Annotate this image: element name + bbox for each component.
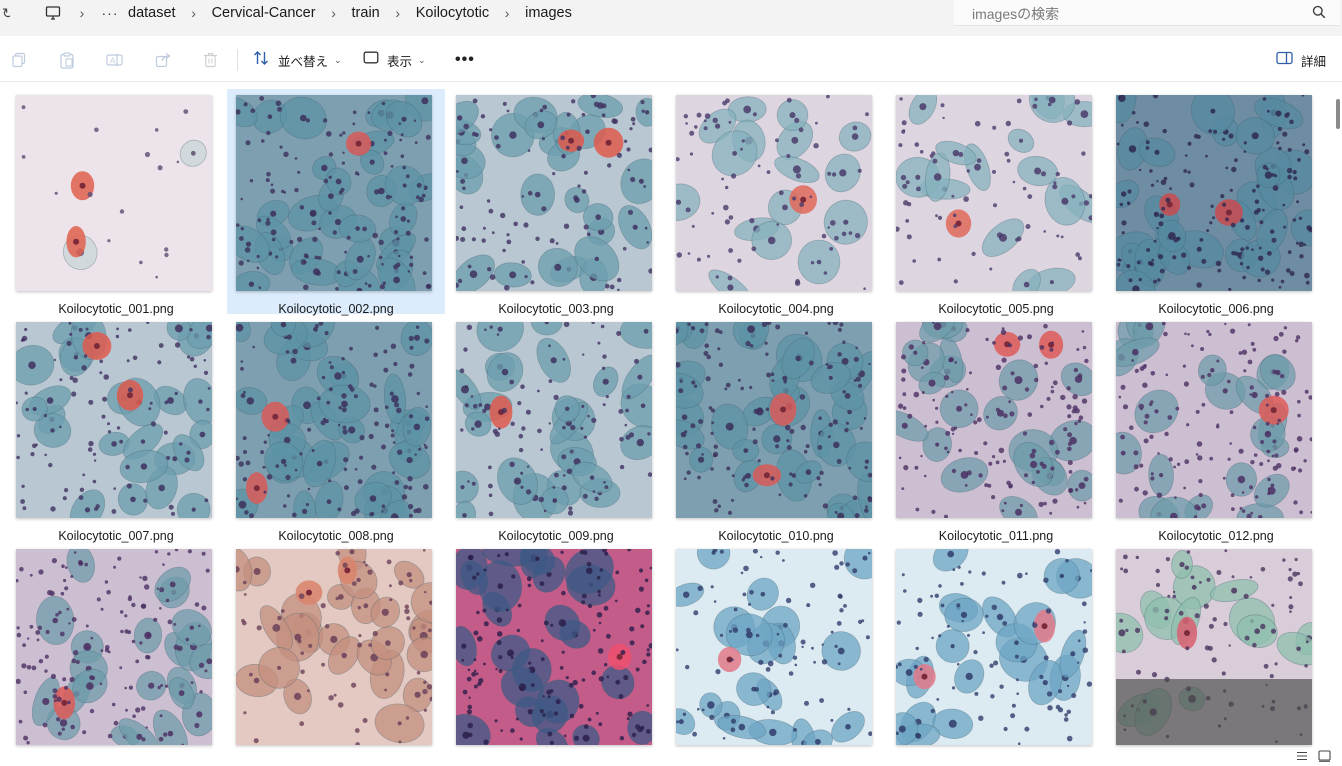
details-label: 詳細 xyxy=(1301,54,1327,69)
image-thumbnail[interactable] xyxy=(456,95,652,291)
image-thumbnail[interactable] xyxy=(16,95,212,291)
search-input[interactable]: imagesの検索 xyxy=(954,0,1340,26)
file-name-label: Koilocytotic_001.png xyxy=(58,302,174,316)
view-icon xyxy=(363,51,379,70)
image-thumbnail[interactable] xyxy=(1116,322,1312,518)
refresh-icon[interactable]: ↻ xyxy=(2,5,10,22)
details-button[interactable]: 詳細 xyxy=(1276,48,1326,72)
file-tile[interactable]: Koilocytotic_004.png xyxy=(667,89,885,316)
image-thumbnail[interactable] xyxy=(676,322,872,518)
breadcrumb[interactable]: ↻ › ··· dataset › Cervical-Cancer › trai… xyxy=(0,0,950,26)
command-bar: A 並べ替え ⌄ 表示 ⌄ ••• 詳細 xyxy=(0,37,1342,82)
details-pane-icon xyxy=(1276,51,1293,70)
sort-icon xyxy=(253,50,270,71)
file-tile[interactable]: Koilocytotic_012.png xyxy=(1107,316,1325,543)
file-name-label: Koilocytotic_010.png xyxy=(718,529,834,543)
file-name-label: Koilocytotic_007.png xyxy=(58,529,174,543)
file-tile[interactable]: Koilocytotic_010.png xyxy=(667,316,885,543)
file-tile[interactable]: Koilocytotic_002.png xyxy=(227,89,445,316)
file-tile[interactable]: Koilocytotic_008.png xyxy=(227,316,445,543)
chevron-right-icon[interactable]: › xyxy=(384,5,412,21)
view-button[interactable]: 表示 ⌄ xyxy=(363,48,426,72)
breadcrumb-overflow[interactable]: ··· xyxy=(96,5,124,21)
large-icons-view-icon[interactable] xyxy=(1318,749,1331,766)
file-tile[interactable]: Koilocytotic_003.png xyxy=(447,89,665,316)
image-thumbnail[interactable] xyxy=(236,95,432,291)
file-tile[interactable]: Koilocytotic_005.png xyxy=(887,89,1105,316)
view-label: 表示 xyxy=(387,54,413,69)
monitor-icon[interactable] xyxy=(38,5,68,21)
share-icon[interactable] xyxy=(155,48,171,72)
file-name-label: Koilocytotic_009.png xyxy=(498,529,614,543)
file-tile[interactable] xyxy=(1107,543,1325,751)
breadcrumb-item-dataset[interactable]: dataset xyxy=(124,5,180,21)
file-grid: Koilocytotic_001.png Koilocytotic_002.png… xyxy=(0,83,1330,751)
file-tile[interactable] xyxy=(7,543,225,751)
chevron-right-icon[interactable]: › xyxy=(180,5,208,21)
chevron-right-icon[interactable]: › xyxy=(493,5,521,21)
file-name-label: Koilocytotic_011.png xyxy=(938,529,1054,543)
image-thumbnail[interactable] xyxy=(1116,95,1312,291)
file-name-label: Koilocytotic_002.png xyxy=(278,302,394,316)
scrollbar-thumb[interactable] xyxy=(1336,99,1340,129)
chevron-right-icon[interactable]: › xyxy=(68,5,96,21)
image-thumbnail[interactable] xyxy=(896,549,1092,745)
vertical-scrollbar[interactable] xyxy=(1334,83,1342,751)
image-thumbnail[interactable] xyxy=(236,322,432,518)
breadcrumb-item-koilocytotic[interactable]: Koilocytotic xyxy=(412,5,493,21)
image-thumbnail[interactable] xyxy=(236,549,432,745)
chevron-down-icon: ⌄ xyxy=(418,54,426,65)
breadcrumb-item-images[interactable]: images xyxy=(521,5,576,21)
image-thumbnail[interactable] xyxy=(676,549,872,745)
chevron-right-icon[interactable]: › xyxy=(320,5,348,21)
chevron-down-icon: ⌄ xyxy=(334,54,342,65)
file-name-label: Koilocytotic_003.png xyxy=(498,302,614,316)
file-tile[interactable] xyxy=(667,543,885,751)
breadcrumb-item-cervical-cancer[interactable]: Cervical-Cancer xyxy=(208,5,320,21)
file-name-label: Koilocytotic_004.png xyxy=(718,302,834,316)
file-tile[interactable]: Koilocytotic_001.png xyxy=(7,89,225,316)
svg-text:A: A xyxy=(110,57,116,66)
image-thumbnail[interactable] xyxy=(896,95,1092,291)
more-icon: ••• xyxy=(455,51,475,68)
file-name-label: Koilocytotic_008.png xyxy=(278,529,394,543)
search-placeholder: imagesの検索 xyxy=(972,6,1060,22)
image-thumbnail[interactable] xyxy=(16,549,212,745)
view-toggles xyxy=(1296,750,1342,766)
toolbar-divider xyxy=(237,49,238,71)
file-tile[interactable]: Koilocytotic_011.png xyxy=(887,316,1105,543)
image-thumbnail[interactable] xyxy=(456,549,652,745)
paste-icon[interactable] xyxy=(59,48,75,72)
image-thumbnail[interactable] xyxy=(1116,549,1312,745)
image-thumbnail[interactable] xyxy=(456,322,652,518)
image-thumbnail[interactable] xyxy=(676,95,872,291)
more-options-button[interactable]: ••• xyxy=(455,48,475,72)
file-name-label: Koilocytotic_006.png xyxy=(1158,302,1274,316)
rename-icon[interactable]: A xyxy=(106,48,124,72)
address-bar-row: ↻ › ··· dataset › Cervical-Cancer › trai… xyxy=(0,0,1342,36)
sort-label: 並べ替え xyxy=(278,54,329,69)
image-thumbnail[interactable] xyxy=(16,322,212,518)
file-name-label: Koilocytotic_005.png xyxy=(938,302,1054,316)
file-tile[interactable] xyxy=(887,543,1105,751)
image-thumbnail[interactable] xyxy=(896,322,1092,518)
file-tile[interactable]: Koilocytotic_009.png xyxy=(447,316,665,543)
file-name-label: Koilocytotic_012.png xyxy=(1158,529,1274,543)
breadcrumb-item-train[interactable]: train xyxy=(348,5,384,21)
file-tile[interactable]: Koilocytotic_007.png xyxy=(7,316,225,543)
file-tile[interactable] xyxy=(447,543,665,751)
file-tile[interactable]: Koilocytotic_006.png xyxy=(1107,89,1325,316)
copy-icon[interactable] xyxy=(11,48,27,72)
trash-icon[interactable] xyxy=(203,48,218,72)
sort-button[interactable]: 並べ替え ⌄ xyxy=(253,48,342,72)
file-tile[interactable] xyxy=(227,543,445,751)
list-view-icon[interactable] xyxy=(1296,749,1308,766)
search-icon[interactable] xyxy=(1312,5,1326,24)
